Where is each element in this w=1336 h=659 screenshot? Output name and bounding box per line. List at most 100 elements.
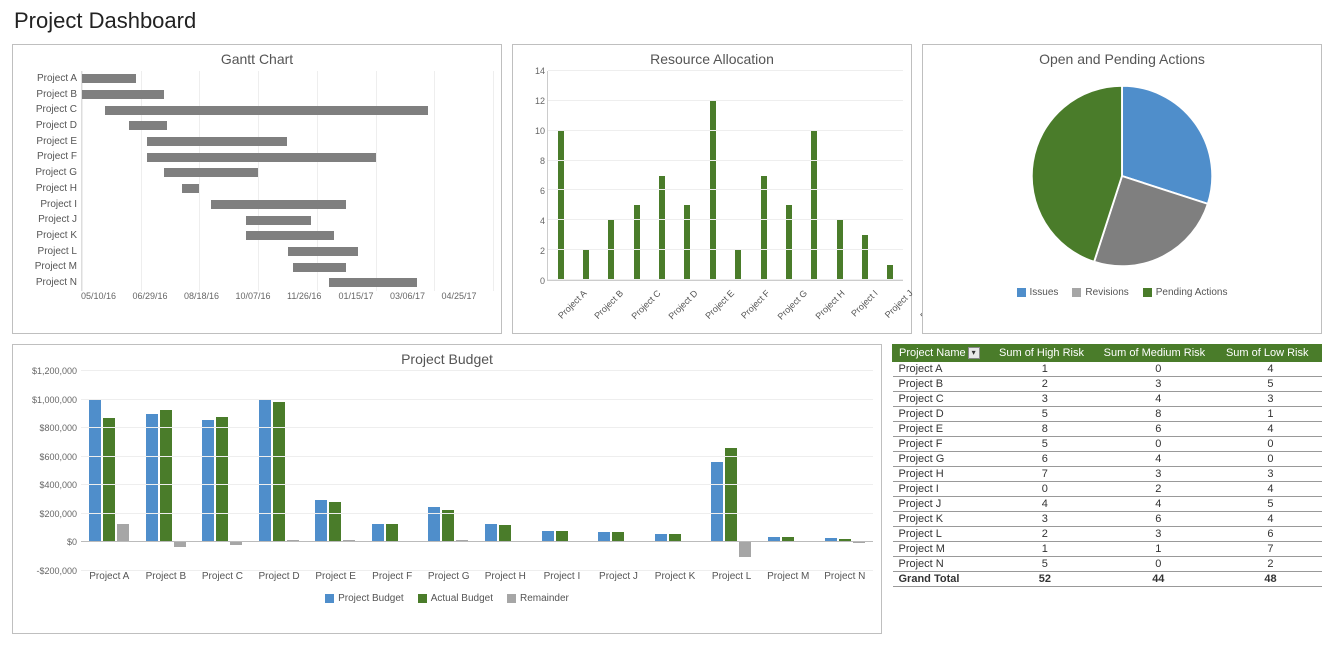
pie-legend-issues: Issues [1030, 287, 1059, 298]
table-row: Project A104 [893, 362, 1322, 377]
budget-bar [725, 448, 737, 542]
gantt-xaxis-tick: 11/26/16 [287, 291, 339, 301]
table-row: Project C343 [893, 392, 1322, 407]
budget-bar [372, 524, 384, 543]
gantt-bar [182, 184, 200, 193]
resource-xlabel: Project H [813, 288, 846, 321]
resource-xlabel: Project D [666, 288, 699, 321]
budget-bar [386, 524, 398, 543]
budget-xlabel: Project B [138, 571, 195, 587]
resource-chart-panel: Resource Allocation 02468101214 Project … [512, 44, 912, 334]
gantt-xaxis-tick: 03/06/17 [390, 291, 442, 301]
pie-chart-panel: Open and Pending Actions Issues Revision… [922, 44, 1322, 334]
resource-xlabel: Project J [882, 288, 914, 320]
gantt-bar [164, 168, 258, 177]
budget-bar [499, 525, 511, 542]
gantt-row-label: Project N [21, 275, 81, 291]
gantt-bar [105, 106, 428, 115]
budget-legend-actual: Actual Budget [431, 593, 493, 604]
gantt-title: Gantt Chart [21, 51, 493, 67]
budget-bar [329, 502, 341, 542]
gantt-xaxis-tick: 06/29/16 [133, 291, 185, 301]
gantt-bar [329, 278, 417, 287]
gantt-row-label: Project D [21, 118, 81, 134]
budget-bar [89, 400, 101, 543]
resource-xlabel: Project F [739, 288, 772, 321]
budget-bar [174, 542, 186, 546]
resource-xlabel: Project B [592, 288, 625, 321]
risk-table-header: Project Name▾ [893, 345, 993, 362]
risk-table-panel: Project Name▾Sum of High RiskSum of Medi… [892, 344, 1322, 634]
budget-bar [259, 400, 271, 543]
resource-bar [735, 250, 741, 280]
gantt-xaxis-tick: 01/15/17 [339, 291, 391, 301]
table-row: Project D581 [893, 407, 1322, 422]
gantt-row-label: Project I [21, 197, 81, 213]
pie-legend-revisions: Revisions [1085, 287, 1128, 298]
budget-chart-panel: Project Budget -$200,000$0$200,000$400,0… [12, 344, 882, 634]
budget-xlabel: Project H [477, 571, 534, 587]
budget-xlabel: Project C [194, 571, 251, 587]
budget-bar [711, 462, 723, 542]
resource-xlabel: Project E [703, 288, 736, 321]
table-row: Project I024 [893, 482, 1322, 497]
budget-bar [485, 524, 497, 543]
budget-bar [442, 510, 454, 543]
table-total-row: Grand Total524448 [893, 572, 1322, 587]
resource-bar [862, 235, 868, 280]
budget-bar [216, 417, 228, 543]
gantt-row-label: Project A [21, 71, 81, 87]
gantt-row-label: Project E [21, 134, 81, 150]
resource-bar [558, 131, 564, 280]
budget-bar [202, 420, 214, 543]
gantt-row-label: Project M [21, 260, 81, 276]
resource-xlabel: Project I [849, 288, 879, 318]
gantt-bar [82, 74, 136, 83]
table-row: Project H733 [893, 467, 1322, 482]
table-row: Project L236 [893, 527, 1322, 542]
budget-xlabel: Project K [647, 571, 704, 587]
resource-bar [887, 265, 893, 280]
pie-title: Open and Pending Actions [931, 51, 1313, 67]
gantt-bar [147, 153, 376, 162]
budget-title: Project Budget [21, 351, 873, 367]
budget-xlabel: Project F [364, 571, 421, 587]
budget-xlabel: Project M [760, 571, 817, 587]
gantt-bar [82, 90, 164, 99]
budget-bar [103, 418, 115, 542]
gantt-xaxis-tick: 05/10/16 [81, 291, 133, 301]
filter-dropdown-icon[interactable]: ▾ [968, 347, 980, 359]
gantt-row-label: Project C [21, 102, 81, 118]
budget-bar [739, 542, 751, 556]
resource-bar [659, 176, 665, 281]
gantt-row-label: Project B [21, 87, 81, 103]
gantt-bar [129, 121, 167, 130]
gantt-xaxis-tick: 08/18/16 [184, 291, 236, 301]
budget-xlabel: Project E [307, 571, 364, 587]
page-title: Project Dashboard [14, 8, 1324, 34]
gantt-row-label: Project K [21, 228, 81, 244]
gantt-row-label: Project H [21, 181, 81, 197]
resource-bar [684, 205, 690, 280]
budget-legend-remainder: Remainder [520, 593, 569, 604]
budget-legend: Project Budget Actual Budget Remainder [21, 593, 873, 604]
gantt-bar [288, 247, 358, 256]
gantt-chart-panel: Gantt Chart Project AProject BProject CP… [12, 44, 502, 334]
budget-bar [117, 524, 129, 543]
resource-bar [583, 250, 589, 280]
budget-legend-project: Project Budget [338, 593, 404, 604]
gantt-row-label: Project L [21, 244, 81, 260]
table-row: Project G640 [893, 452, 1322, 467]
budget-bar [315, 500, 327, 543]
budget-xlabel: Project L [703, 571, 760, 587]
table-row: Project F500 [893, 437, 1322, 452]
table-row: Project M117 [893, 542, 1322, 557]
budget-bar [230, 542, 242, 545]
gantt-bar [246, 216, 311, 225]
resource-xlabel: Project G [776, 288, 810, 322]
budget-xlabel: Project A [81, 571, 138, 587]
table-row: Project N502 [893, 557, 1322, 572]
resource-bar [634, 205, 640, 280]
budget-xlabel: Project D [251, 571, 308, 587]
resource-title: Resource Allocation [521, 51, 903, 67]
